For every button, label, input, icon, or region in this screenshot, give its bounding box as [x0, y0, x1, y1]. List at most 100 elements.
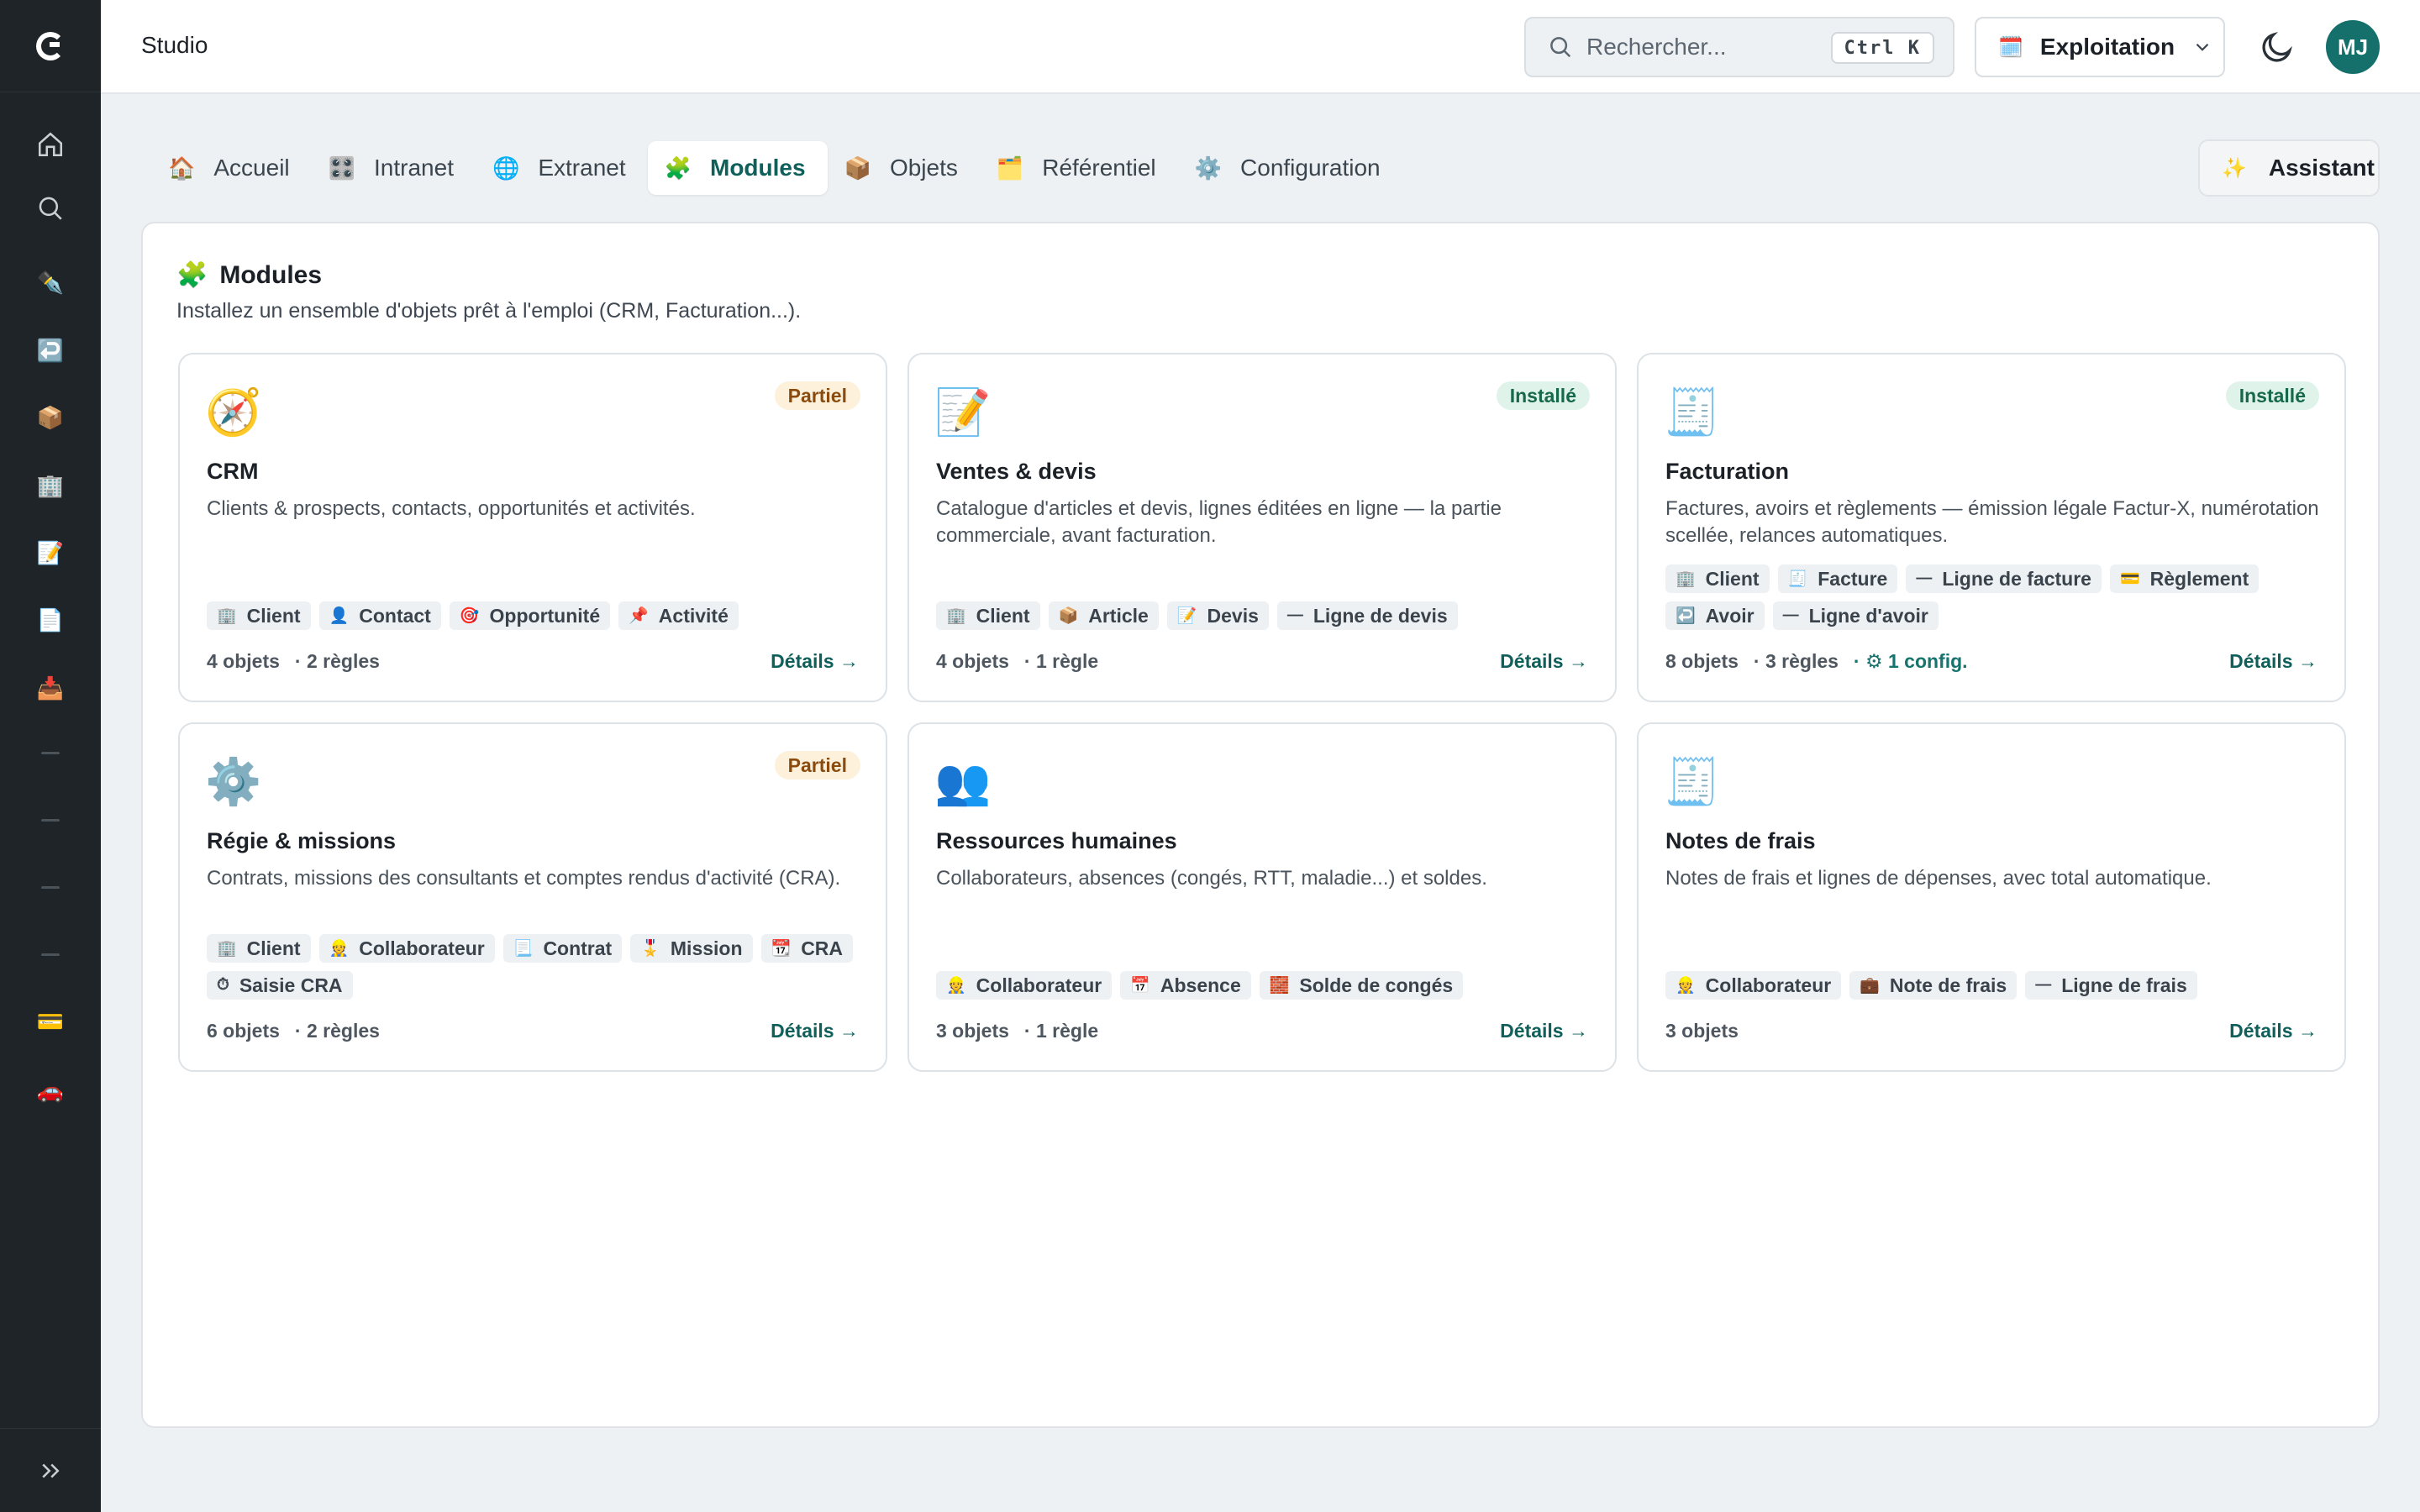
building-icon[interactable]: 🏢	[25, 460, 76, 511]
status-badge: Partiel	[774, 381, 860, 410]
chip-label: Facture	[1818, 567, 1888, 590]
expand-sidebar-button[interactable]	[0, 1428, 101, 1512]
chip-label: Contact	[359, 604, 431, 627]
search-icon[interactable]	[25, 183, 76, 234]
card-title: Facturation	[1665, 459, 1790, 484]
dash-icon[interactable]	[25, 929, 76, 979]
avatar[interactable]: MJ	[2326, 20, 2380, 74]
tab-referentiel[interactable]: 🗂️ Référentiel	[980, 141, 1178, 195]
module-card-regie-missions[interactable]: ⚙️ Partiel Régie & missions Contrats, mi…	[178, 722, 887, 1072]
environment-selector[interactable]: 🗓️ Exploitation	[1975, 17, 2225, 77]
dark-mode-toggle[interactable]	[2259, 29, 2296, 66]
target-icon: 🎯	[459, 607, 480, 625]
card-title: Notes de frais	[1665, 828, 1816, 853]
module-card-ressources-humaines[interactable]: 👥 Ressources humaines Collaborateurs, ab…	[908, 722, 1617, 1072]
object-chip: 📦 Article	[1048, 601, 1159, 630]
chip-label: CRA	[801, 937, 844, 959]
home-icon[interactable]	[25, 119, 76, 170]
tab-modules[interactable]: 🧩 Modules	[647, 141, 828, 195]
chip-label: Client	[976, 604, 1030, 627]
car-icon[interactable]: 🚗	[25, 1065, 76, 1116]
briefcase-icon: 💼	[1860, 977, 1880, 995]
chip-label: Règlement	[2149, 567, 2249, 590]
object-chip: 📌 Activité	[618, 601, 739, 630]
object-chip: 💳 Règlement	[2109, 564, 2260, 593]
tab-objets[interactable]: 📦 Objets	[828, 141, 980, 195]
object-chips: 👷 Collaborateur 💼 Note de frais — Ligne de …	[1665, 971, 2329, 1000]
dash-icon: —	[1916, 570, 1933, 587]
card-description: Collaborateurs, absences (congés, RTT, m…	[936, 867, 1487, 890]
tab-label: Référentiel	[1042, 155, 1156, 181]
details-link[interactable]: Détails →	[1500, 650, 1588, 673]
card-description: Clients & prospects, contacts, opportuni…	[207, 497, 696, 520]
object-count: 3 objets	[936, 1020, 1009, 1042]
object-chip: 👤 Contact	[318, 601, 441, 630]
app-logo[interactable]	[0, 0, 101, 92]
details-link[interactable]: Détails →	[771, 1020, 859, 1042]
worker-icon: 👷	[1676, 977, 1696, 995]
details-link[interactable]: Détails →	[1500, 1020, 1588, 1042]
tab-extranet[interactable]: 🌐 Extranet	[476, 141, 648, 195]
details-link[interactable]: Détails →	[771, 650, 859, 673]
credit-card-icon[interactable]: 💳	[25, 996, 76, 1047]
module-card-notes-de-frais[interactable]: 🧾 Notes de frais Notes de frais et ligne…	[1637, 722, 2346, 1072]
dash-icon[interactable]	[25, 795, 76, 845]
status-badge: Installé	[2225, 381, 2319, 410]
dash-icon: —	[1286, 606, 1303, 624]
chip-label: Collaborateur	[359, 937, 485, 959]
chevron-down-icon	[2196, 43, 2209, 51]
return-icon[interactable]: ↩️	[25, 325, 76, 375]
rule-count: · 2 règles	[294, 1020, 380, 1042]
chip-label: Ligne de devis	[1313, 604, 1448, 627]
memo-icon[interactable]: 📝	[25, 528, 76, 578]
moon-icon	[2262, 31, 2293, 62]
details-link[interactable]: Détails →	[2229, 1020, 2317, 1042]
object-chip: 🏢 Client	[207, 601, 311, 630]
object-count: 3 objets	[1665, 1020, 1739, 1042]
chip-label: Mission	[670, 937, 743, 959]
object-chip: 💼 Note de frais	[1849, 971, 2018, 1000]
page-subtitle: Installez un ensemble d'objets prêt à l'…	[176, 299, 802, 323]
modules-panel: 🧩 Modules Installez un ensemble d'objets…	[141, 222, 2380, 1428]
sparkles-icon: ✨	[2222, 156, 2247, 180]
assistant-label: Assistant	[2268, 155, 2375, 181]
details-link[interactable]: Détails →	[2229, 650, 2317, 673]
tab-accueil[interactable]: 🏠 Accueil	[151, 141, 312, 195]
calendar-icon: 📅	[1130, 977, 1150, 995]
pen-icon[interactable]: ✒️	[25, 257, 76, 307]
search-input[interactable]: Rechercher... Ctrl K	[1524, 17, 1954, 77]
dash-icon: —	[2035, 976, 2052, 994]
card-title: Ventes & devis	[936, 459, 1097, 484]
chip-label: Solde de congés	[1299, 974, 1454, 996]
object-chip: ⏱ Saisie CRA	[207, 971, 353, 1000]
top-bar: Studio Rechercher... Ctrl K 🗓️ Exploitat…	[101, 0, 2420, 94]
tab-label: Configuration	[1240, 155, 1381, 181]
folder-icon: 🗂️	[996, 155, 1024, 181]
rule-count: · 3 règles	[1753, 650, 1839, 672]
dash-icon[interactable]	[25, 727, 76, 778]
page-title: Modules	[219, 260, 323, 289]
package-icon[interactable]: 📦	[25, 392, 76, 443]
tab-configuration[interactable]: ⚙️ Configuration	[1178, 141, 1402, 195]
module-card-ventes-devis[interactable]: 📝 Installé Ventes & devis Catalogue d'ar…	[908, 353, 1617, 702]
object-chips: 👷 Collaborateur 📅 Absence 🧱 Solde de congés	[936, 971, 1600, 1000]
inbox-icon[interactable]: 📥	[25, 663, 76, 713]
dash-icon[interactable]	[25, 862, 76, 912]
module-card-facturation[interactable]: 🧾 Installé Facturation Factures, avoirs …	[1637, 353, 2346, 702]
card-title: Régie & missions	[207, 828, 397, 853]
receipt-icon: 🧾	[1664, 387, 1721, 438]
tab-label: Extranet	[538, 155, 626, 181]
chip-label: Absence	[1160, 974, 1241, 996]
memo-icon: 📝	[934, 387, 992, 438]
tab-intranet[interactable]: 🎛️ Intranet	[312, 141, 476, 195]
document-icon[interactable]: 📄	[25, 595, 76, 645]
calendar-icon: 🗓️	[1998, 35, 2023, 59]
chip-label: Client	[246, 604, 301, 627]
module-card-crm[interactable]: 🧭 Partiel CRM Clients & prospects, conta…	[178, 353, 887, 702]
person-icon: 👤	[329, 607, 350, 625]
compass-icon: 🧭	[205, 387, 262, 438]
object-chips: 🏢 Client 👷 Collaborateur 📃 Contrat 🎖️ Missio…	[207, 934, 871, 1000]
rule-count: · 1 règle	[1023, 1020, 1099, 1042]
assistant-button[interactable]: ✨ Assistant	[2198, 139, 2380, 197]
object-count: 6 objets	[207, 1020, 280, 1042]
